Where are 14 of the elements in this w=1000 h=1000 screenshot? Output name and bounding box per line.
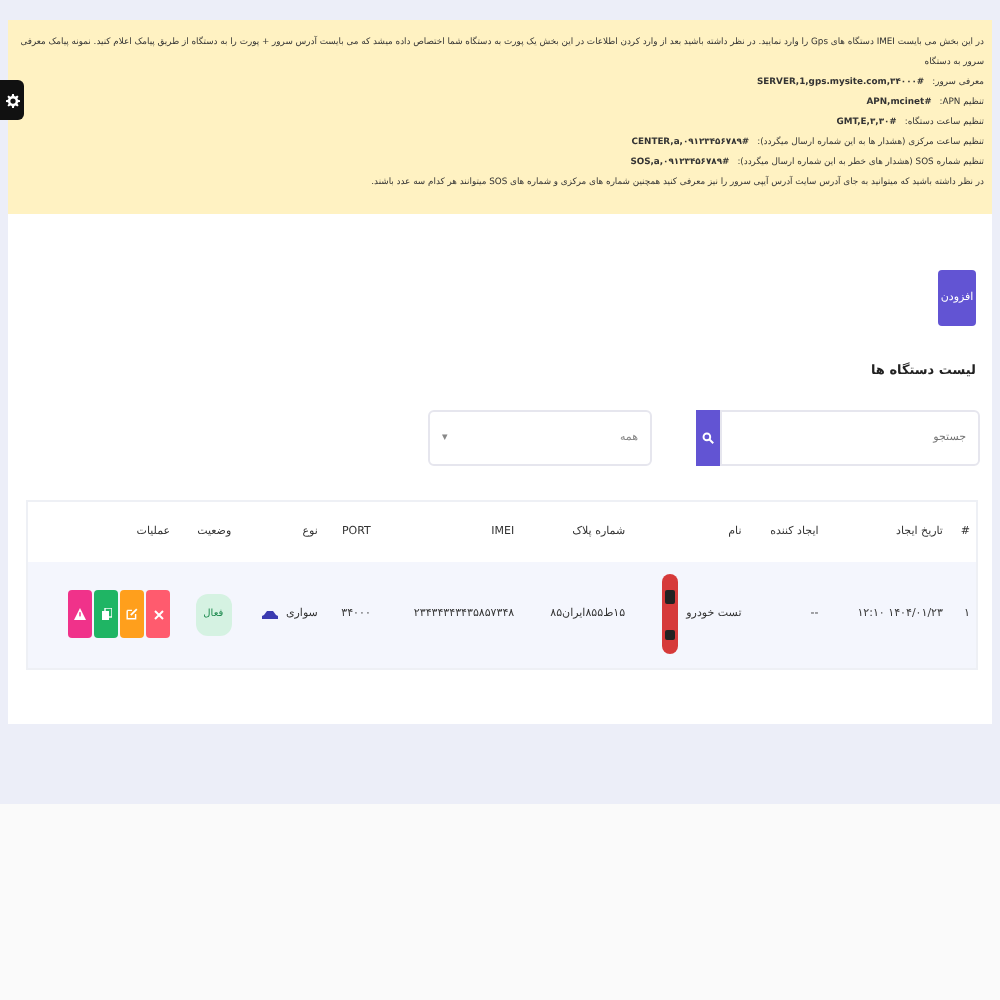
alert-button[interactable]	[68, 590, 93, 639]
edit-button[interactable]	[120, 590, 145, 639]
close-icon	[153, 609, 164, 620]
search-button[interactable]	[696, 409, 720, 466]
car-icon	[662, 574, 679, 655]
copy-icon	[101, 608, 112, 621]
search-icon	[702, 431, 714, 444]
copy-button[interactable]	[94, 590, 119, 639]
settings-icon	[5, 93, 19, 107]
warning-icon	[74, 608, 87, 621]
edit-icon	[126, 608, 139, 621]
delete-button[interactable]	[146, 590, 171, 639]
settings-tab[interactable]	[0, 80, 24, 120]
car-icon	[261, 609, 278, 620]
